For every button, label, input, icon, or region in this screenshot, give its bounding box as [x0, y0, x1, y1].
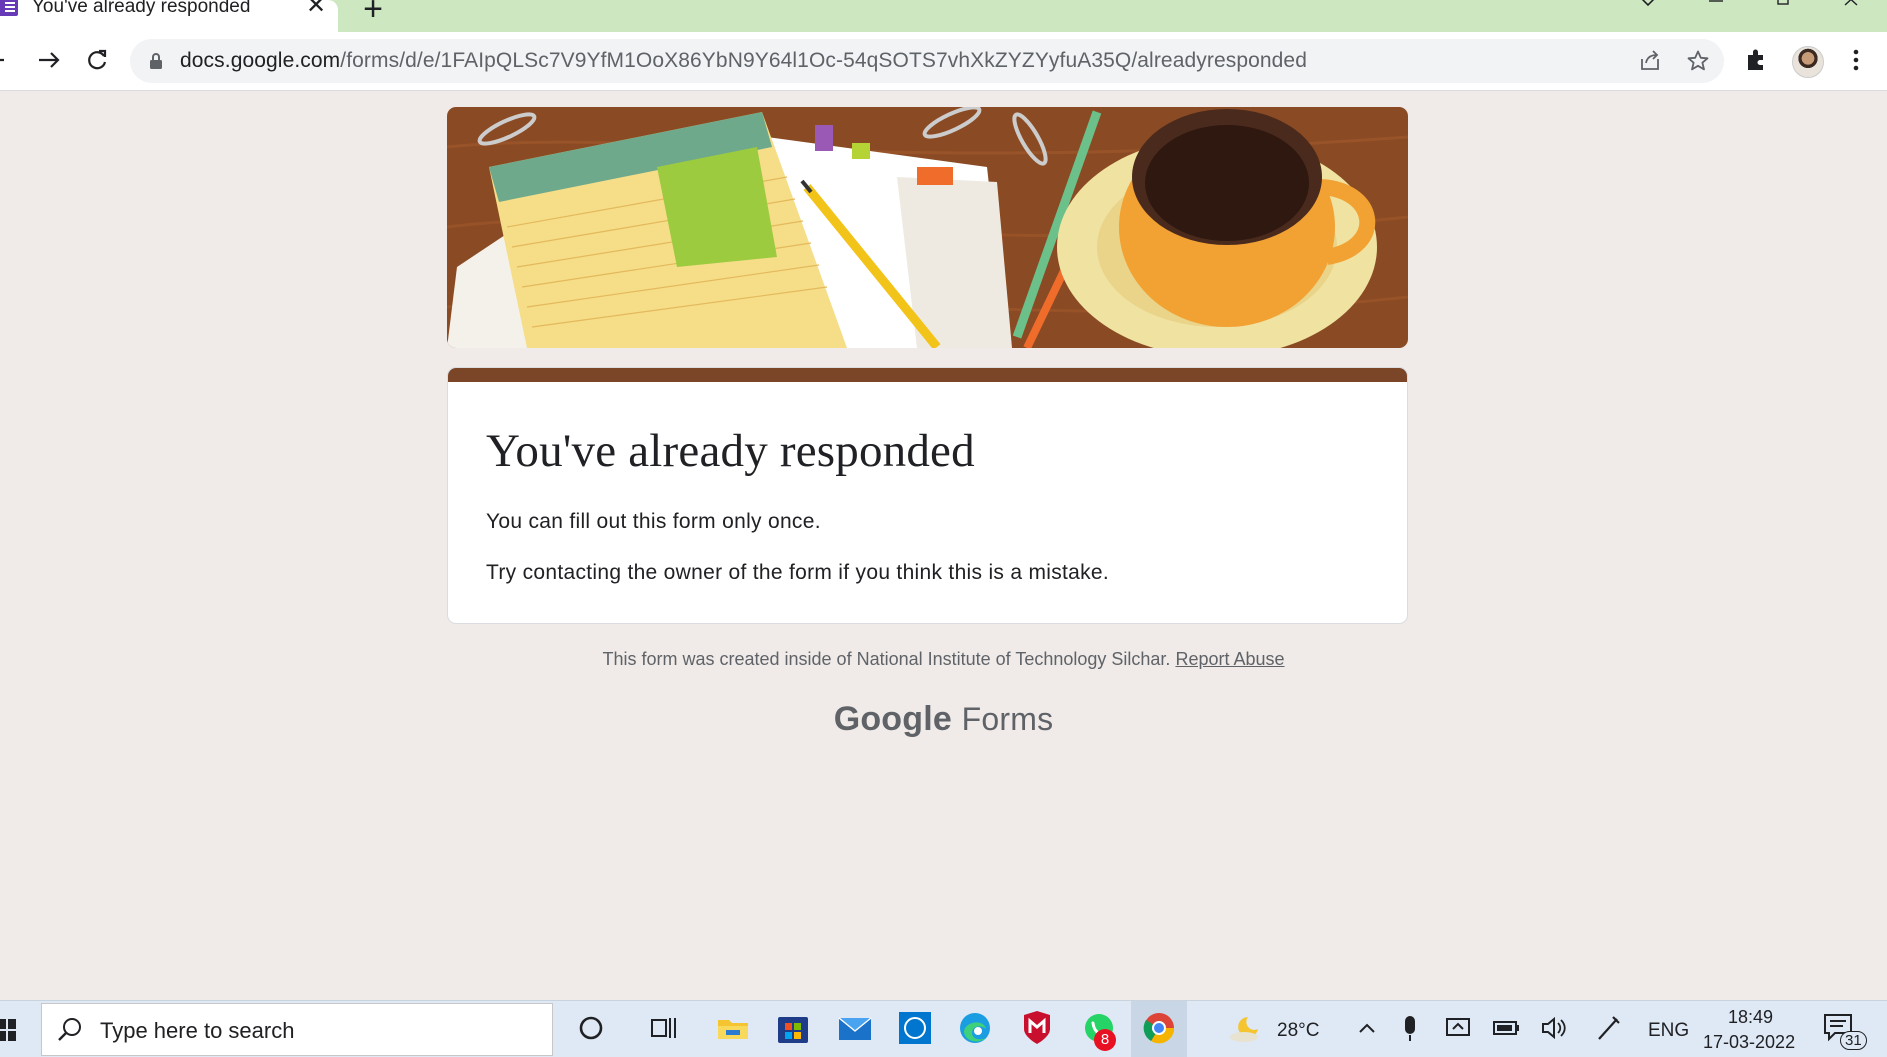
weather-icon[interactable] [1228, 1011, 1262, 1045]
extensions-puzzle-icon[interactable] [1743, 47, 1769, 73]
volume-icon[interactable] [1537, 1011, 1571, 1045]
battery-icon[interactable] [1489, 1011, 1523, 1045]
response-card: You've already responded You can fill ou… [447, 367, 1408, 624]
tab-close-icon[interactable]: ✕ [304, 0, 328, 18]
close-window-icon[interactable] [1842, 0, 1862, 14]
page-title: You've already responded [486, 425, 975, 477]
tab-search-chevron-icon[interactable] [1638, 0, 1658, 14]
chrome-icon [1142, 1011, 1176, 1045]
share-icon[interactable] [1638, 49, 1662, 73]
forward-arrow-icon[interactable] [34, 45, 64, 75]
lock-icon[interactable] [148, 52, 164, 70]
dell-app-icon[interactable] [898, 1011, 932, 1045]
search-placeholder: Type here to search [100, 1018, 295, 1043]
chrome-menu-icon[interactable] [1843, 47, 1869, 73]
language-indicator[interactable]: ENG [1648, 1020, 1689, 1042]
message-once: You can fill out this form only once. [486, 510, 821, 533]
url-host: docs.google.com [180, 49, 341, 72]
show-hidden-icons-chevron-icon[interactable] [1350, 1011, 1384, 1045]
microsoft-store-icon[interactable] [776, 1011, 810, 1045]
message-contact-owner: Try contacting the owner of the form if … [486, 561, 1110, 584]
back-arrow-icon[interactable] [0, 45, 20, 75]
file-explorer-icon[interactable] [716, 1011, 750, 1045]
browser-toolbar: docs.google.com/forms/d/e/1FAIpQLSc7V9Yf… [0, 32, 1887, 91]
form-header-illustration [447, 107, 1408, 348]
pen-ink-workspace-icon[interactable] [1591, 1011, 1625, 1045]
notification-count: 31 [1840, 1031, 1867, 1050]
whatsapp-unread-badge: 8 [1094, 1029, 1116, 1051]
mail-icon[interactable] [838, 1011, 872, 1045]
footer-created-text: This form was created inside of National… [602, 649, 1171, 669]
report-abuse-link[interactable]: Report Abuse [1175, 649, 1284, 669]
profile-avatar[interactable] [1792, 46, 1824, 78]
temperature-text[interactable]: 28°C [1277, 1020, 1319, 1042]
card-accent-band [448, 368, 1407, 382]
forms-wordmark: Forms [961, 701, 1054, 737]
mcafee-icon[interactable] [1020, 1011, 1054, 1045]
windows-taskbar: Type here to search 8 28°C ENG 18:49 17-… [0, 1000, 1887, 1057]
address-bar[interactable]: docs.google.com/forms/d/e/1FAIpQLSc7V9Yf… [130, 39, 1724, 83]
url-path: /forms/d/e/1FAIpQLSc7V9YfM1OoX86YbN9Y64l… [340, 49, 1307, 72]
clock-date[interactable]: 17-03-2022 [1703, 1032, 1795, 1053]
cortana-icon[interactable] [574, 1011, 608, 1045]
minimize-window-icon[interactable] [1706, 0, 1726, 14]
clock-time[interactable]: 18:49 [1728, 1007, 1773, 1028]
google-forms-favicon-icon [0, 0, 18, 16]
search-icon [56, 1016, 84, 1044]
url-text[interactable]: docs.google.com/forms/d/e/1FAIpQLSc7V9Yf… [180, 49, 1307, 73]
task-view-icon[interactable] [646, 1011, 680, 1045]
browser-tab-active[interactable]: You've already responded ✕ [0, 0, 338, 32]
microphone-icon[interactable] [1393, 1011, 1427, 1045]
restore-window-icon[interactable] [1774, 0, 1794, 14]
taskbar-search-box[interactable]: Type here to search [41, 1003, 553, 1056]
google-forms-logo[interactable]: Google Forms [0, 700, 1887, 739]
bookmark-star-icon[interactable] [1686, 49, 1710, 73]
windows-start-icon[interactable] [0, 1019, 16, 1041]
display-settings-icon[interactable] [1441, 1011, 1475, 1045]
chrome-taskbar-button-active[interactable] [1131, 1001, 1187, 1057]
new-tab-button[interactable]: + [358, 0, 388, 26]
form-footer: This form was created inside of National… [0, 649, 1887, 670]
tab-strip: You've already responded ✕ + [0, 0, 1887, 32]
reload-icon[interactable] [82, 45, 112, 75]
tab-title: You've already responded [32, 0, 251, 17]
google-wordmark: Google [833, 700, 952, 738]
edge-browser-icon[interactable] [958, 1011, 992, 1045]
